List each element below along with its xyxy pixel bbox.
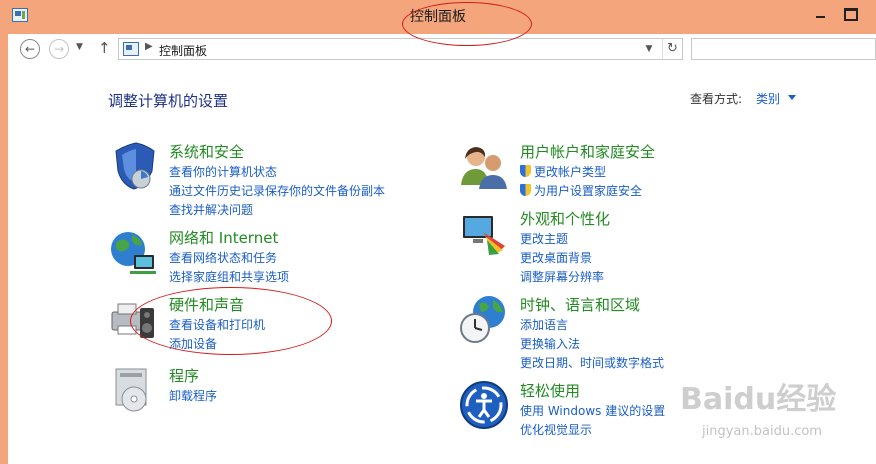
shield-icon[interactable] [108, 141, 158, 191]
link-file-history-backup[interactable]: 通过文件历史记录保存你的文件备份副本 [169, 182, 385, 201]
category-title[interactable]: 时钟、语言和区域 [520, 294, 640, 315]
programs-icon[interactable] [108, 365, 158, 415]
link-change-theme[interactable]: 更改主题 [520, 230, 604, 249]
breadcrumb[interactable]: 控制面板 [159, 42, 207, 59]
category-programs: 程序 卸载程序 [108, 365, 428, 417]
category-title[interactable]: 程序 [169, 365, 199, 386]
category-network-internet: 网络和 Internet 查看网络状态和任务 选择家庭组和共享选项 [108, 227, 428, 284]
search-input[interactable] [691, 38, 876, 60]
category-title[interactable]: 系统和安全 [169, 141, 244, 162]
category-title[interactable]: 用户帐户和家庭安全 [520, 141, 655, 162]
category-title[interactable]: 轻松使用 [520, 380, 580, 401]
control-panel-icon [123, 42, 139, 56]
category-title[interactable]: 外观和个性化 [520, 208, 610, 229]
address-dropdown-button[interactable]: ▼ [640, 41, 658, 57]
chevron-down-icon[interactable] [788, 95, 796, 100]
view-by-dropdown[interactable]: 类别 [756, 90, 780, 107]
link-homegroup-sharing[interactable]: 选择家庭组和共享选项 [169, 268, 289, 287]
ease-of-access-icon[interactable] [459, 380, 509, 430]
minimize-button[interactable] [808, 4, 832, 24]
link-view-computer-status[interactable]: 查看你的计算机状态 [169, 163, 385, 182]
category-appearance: 外观和个性化 更改主题 更改桌面背景 调整屏幕分辨率 [459, 208, 779, 284]
link-label[interactable]: 为用户设置家庭安全 [534, 184, 642, 198]
link-troubleshoot[interactable]: 查找并解决问题 [169, 201, 385, 220]
watermark-logo: Baidu经验 [680, 382, 837, 417]
printer-speaker-icon[interactable] [108, 294, 158, 344]
view-by-label: 查看方式: [690, 92, 743, 106]
breadcrumb-separator-icon[interactable]: ▶ [145, 41, 153, 52]
link-family-safety[interactable]: 为用户设置家庭安全 [520, 182, 642, 201]
uac-shield-icon [520, 165, 531, 177]
recent-locations-button[interactable]: ▼ [76, 42, 83, 52]
link-network-status[interactable]: 查看网络状态和任务 [169, 249, 289, 268]
link-add-device[interactable]: 添加设备 [169, 335, 265, 354]
refresh-button[interactable]: ↻ [662, 39, 682, 59]
link-change-account-type[interactable]: 更改帐户类型 [520, 163, 642, 182]
category-hardware-sound: 硬件和声音 查看设备和打印机 添加设备 [108, 294, 428, 351]
uac-shield-icon [520, 184, 531, 196]
back-button[interactable]: ← [20, 39, 40, 59]
link-windows-recommended-settings[interactable]: 使用 Windows 建议的设置 [520, 402, 665, 421]
category-user-accounts: 用户帐户和家庭安全 更改帐户类型 为用户设置家庭安全 [459, 141, 779, 211]
up-button[interactable]: ↑ [98, 39, 111, 57]
users-icon[interactable] [459, 141, 509, 191]
title-bar: 控制面板 [0, 0, 876, 34]
window-title: 控制面板 [410, 9, 466, 25]
category-system-security: 系统和安全 查看你的计算机状态 通过文件历史记录保存你的文件备份副本 查找并解决… [108, 141, 428, 217]
baidu-watermark: Baidu经验 jingyan.baidu.com [680, 374, 870, 454]
watermark-url: jingyan.baidu.com [702, 424, 822, 439]
forward-button[interactable]: → [49, 39, 69, 59]
category-title[interactable]: 网络和 Internet [169, 227, 278, 248]
navigation-bar: ← → ▼ ↑ ▶ 控制面板 ▼ ↻ [8, 34, 876, 64]
link-desktop-background[interactable]: 更改桌面背景 [520, 249, 604, 268]
address-bar[interactable]: ▶ 控制面板 ▼ ↻ [118, 38, 683, 60]
link-change-input-method[interactable]: 更换输入法 [520, 335, 664, 354]
appearance-icon[interactable] [459, 208, 509, 258]
link-devices-printers[interactable]: 查看设备和打印机 [169, 316, 265, 335]
category-clock-language-region: 时钟、语言和区域 添加语言 更换输入法 更改日期、时间或数字格式 [459, 294, 779, 370]
link-date-time-format[interactable]: 更改日期、时间或数字格式 [520, 354, 664, 373]
clock-globe-icon[interactable] [459, 294, 509, 344]
link-uninstall-program[interactable]: 卸载程序 [169, 387, 217, 406]
link-screen-resolution[interactable]: 调整屏幕分辨率 [520, 268, 604, 287]
category-title[interactable]: 硬件和声音 [169, 294, 244, 315]
network-globe-icon[interactable] [108, 227, 158, 277]
page-title: 调整计算机的设置 [108, 92, 229, 110]
link-optimize-display[interactable]: 优化视觉显示 [520, 421, 665, 440]
maximize-button[interactable] [838, 4, 862, 24]
link-add-language[interactable]: 添加语言 [520, 316, 664, 335]
link-label[interactable]: 更改帐户类型 [534, 165, 606, 179]
window-frame: 控制面板 ← → ▼ ↑ ▶ 控制面板 ▼ ↻ 调整计算机的设置 查看方式: 类… [0, 0, 876, 464]
